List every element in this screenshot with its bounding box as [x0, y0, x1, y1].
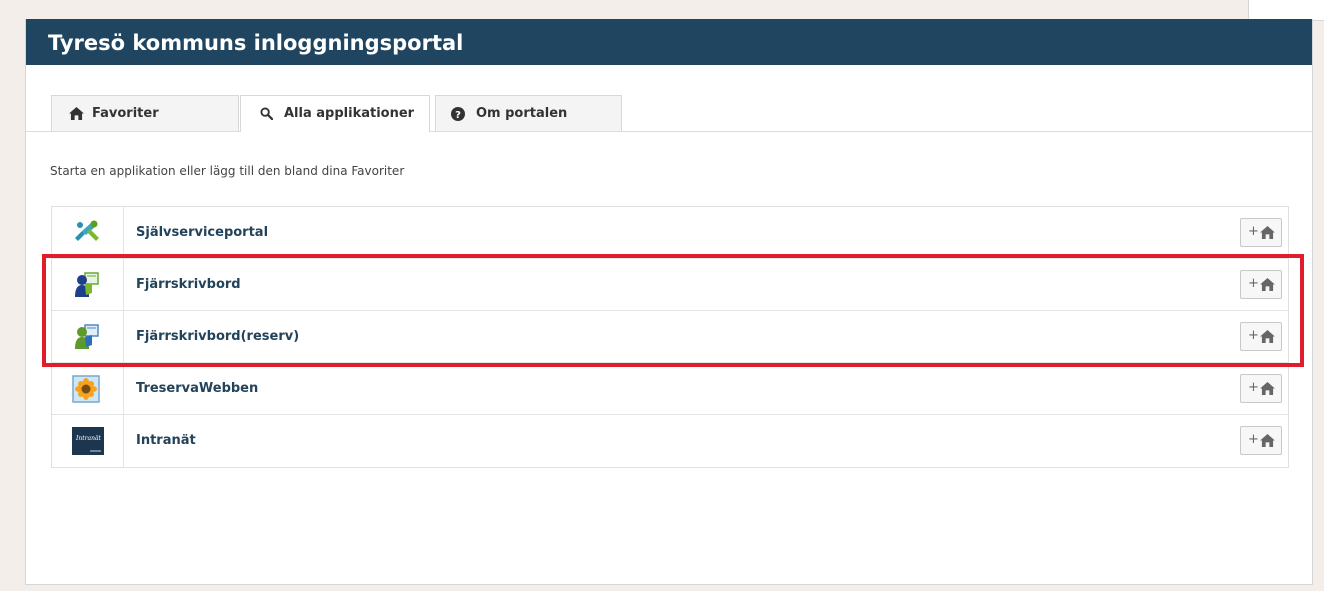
- tab-favoriter[interactable]: Favoriter: [51, 95, 239, 131]
- app-icon-cell: [52, 363, 124, 414]
- svg-text:?: ?: [455, 110, 461, 121]
- home-icon: [1260, 382, 1275, 395]
- home-icon: [1260, 330, 1275, 343]
- tab-alla-applikationer[interactable]: Alla applikationer: [240, 95, 430, 132]
- intranet-logo-icon: Intranät: [72, 427, 104, 455]
- tab-om-portalen-label: Om portalen: [476, 106, 568, 121]
- home-icon: [69, 107, 84, 120]
- top-right-widget: [1248, 0, 1324, 21]
- app-name: Självserviceportal: [136, 225, 269, 240]
- remote-desktop-icon: [75, 324, 99, 349]
- add-favorite-button[interactable]: +: [1240, 426, 1282, 455]
- search-icon: [260, 107, 273, 120]
- portal-panel: Tyresö kommuns inloggningsportal Favorit…: [25, 19, 1313, 585]
- plus-label: +: [1248, 224, 1259, 239]
- app-row-sjalvserviceportal[interactable]: Självserviceportal +: [52, 207, 1288, 259]
- app-icon-cell: [52, 311, 124, 362]
- home-icon: [1260, 278, 1275, 291]
- plus-label: +: [1248, 380, 1259, 395]
- app-icon-cell: Intranät: [52, 415, 124, 467]
- add-favorite-button[interactable]: +: [1240, 322, 1282, 351]
- plus-label: +: [1248, 276, 1259, 291]
- application-list: Självserviceportal + Fjärrskrivbord + Fj…: [51, 206, 1289, 468]
- app-name: TreservaWebben: [136, 381, 259, 396]
- plus-label: +: [1248, 432, 1259, 447]
- app-icon-cell: [52, 207, 124, 258]
- page-title: Tyresö kommuns inloggningsportal: [26, 19, 1312, 65]
- app-row-fjarrskrivbord-reserv[interactable]: Fjärrskrivbord(reserv) +: [52, 311, 1288, 363]
- app-icon-cell: [52, 259, 124, 310]
- add-favorite-button[interactable]: +: [1240, 270, 1282, 299]
- home-icon: [1260, 434, 1275, 447]
- app-name: Fjärrskrivbord: [136, 277, 241, 292]
- app-row-intranat[interactable]: Intranät Intranät +: [52, 415, 1288, 467]
- question-icon: ?: [451, 107, 465, 121]
- home-icon: [1260, 226, 1275, 239]
- add-favorite-button[interactable]: +: [1240, 218, 1282, 247]
- app-name: Fjärrskrivbord(reserv): [136, 329, 300, 344]
- intro-text: Starta en applikation eller lägg till de…: [50, 164, 405, 178]
- tools-icon: [75, 220, 99, 241]
- tab-bar: Favoriter Alla applikationer ? Om portal…: [26, 95, 1312, 132]
- app-row-fjarrskrivbord[interactable]: Fjärrskrivbord +: [52, 259, 1288, 311]
- svg-text:Intranät: Intranät: [75, 435, 102, 442]
- add-favorite-button[interactable]: +: [1240, 374, 1282, 403]
- app-row-treservawebben[interactable]: TreservaWebben +: [52, 363, 1288, 415]
- app-name: Intranät: [136, 433, 196, 448]
- tab-om-portalen[interactable]: ? Om portalen: [435, 95, 622, 131]
- remote-desktop-icon: [75, 272, 99, 297]
- sunflower-icon: [72, 375, 100, 403]
- plus-label: +: [1248, 328, 1259, 343]
- tab-favoriter-label: Favoriter: [92, 106, 159, 121]
- tab-alla-applikationer-label: Alla applikationer: [284, 106, 415, 121]
